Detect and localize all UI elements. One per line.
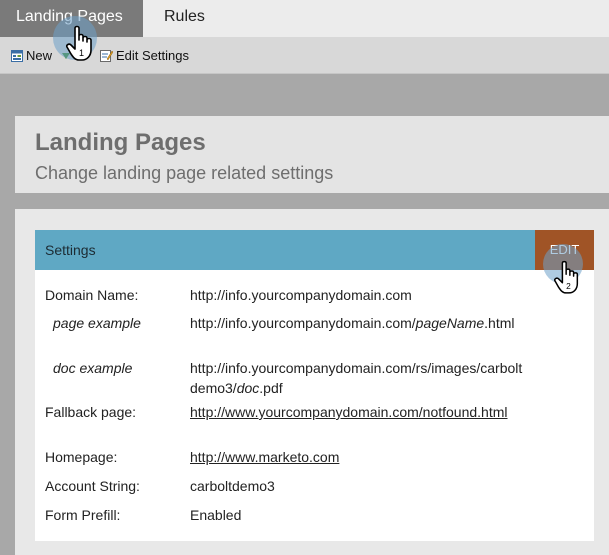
setting-label: Domain Name:: [45, 287, 139, 303]
value-italic: pageName: [415, 315, 485, 331]
step-number: 1: [79, 48, 84, 58]
setting-value: Enabled: [190, 507, 242, 523]
setting-label: Form Prefill:: [45, 507, 121, 523]
page-header: Landing Pages Change landing page relate…: [15, 116, 609, 193]
setting-value: http://www.marketo.com: [190, 447, 525, 467]
settings-panel-header: Settings: [35, 230, 535, 270]
value-suffix: .pdf: [259, 380, 283, 396]
edit-settings-label: Edit Settings: [116, 48, 189, 63]
new-button[interactable]: New: [11, 37, 52, 74]
setting-value: http://info.yourcompanydomain.com: [190, 287, 412, 303]
new-button-label: New: [26, 48, 53, 63]
pencil-icon: [100, 50, 113, 62]
edit-settings-button[interactable]: Edit Settings: [100, 37, 189, 74]
setting-label: doc example: [53, 360, 133, 376]
setting-value: http://www.yourcompanydomain.com/notfoun…: [190, 402, 525, 422]
value-italic: doc: [236, 380, 260, 396]
value-prefix: http://info.yourcompanydomain.com/: [190, 315, 416, 331]
homepage-link[interactable]: http://www.marketo.com: [190, 449, 339, 465]
new-page-icon: [11, 50, 23, 62]
hand-cursor-icon: 2: [554, 260, 579, 294]
setting-value: http://info.yourcompanydomain.com/rs/ima…: [190, 358, 525, 398]
value-suffix: .html: [484, 315, 515, 331]
step-number: 2: [566, 281, 571, 291]
setting-label: Account String:: [45, 478, 140, 494]
hand-cursor-icon: 1: [66, 25, 92, 61]
settings-title: Settings: [45, 242, 96, 258]
setting-label: page example: [53, 315, 141, 331]
tab-rules[interactable]: Rules: [164, 0, 205, 37]
settings-panel-body: Domain Name: http://info.yourcompanydoma…: [35, 270, 594, 541]
setting-label: Homepage:: [45, 449, 118, 465]
setting-label: Fallback page:: [45, 404, 137, 420]
setting-value: carboltdemo3: [190, 478, 275, 494]
page-title: Landing Pages: [35, 129, 206, 156]
page-subtitle: Change landing page related settings: [35, 163, 334, 183]
setting-value: http://info.yourcompanydomain.com/pageNa…: [190, 313, 525, 333]
fallback-page-link[interactable]: http://www.yourcompanydomain.com/notfoun…: [190, 404, 508, 420]
